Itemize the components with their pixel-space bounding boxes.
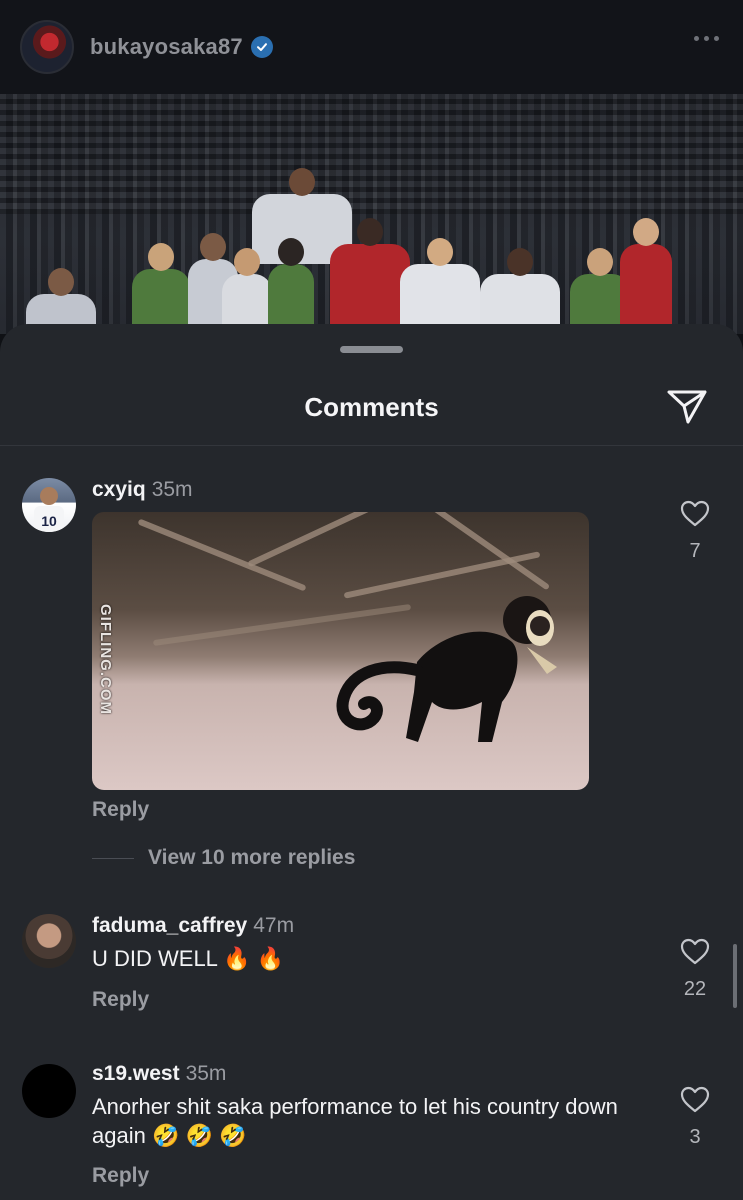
replies-divider-line [92, 857, 134, 859]
comment-avatar[interactable] [22, 1064, 76, 1118]
like-control: 3 [676, 1086, 714, 1149]
verified-badge-icon [250, 36, 273, 58]
scrollbar[interactable] [733, 944, 737, 1008]
more-options-icon[interactable] [694, 36, 719, 41]
sheet-drag-handle[interactable] [340, 346, 403, 353]
post-author-avatar[interactable] [20, 20, 74, 74]
heart-icon[interactable] [680, 938, 710, 965]
comment-gif[interactable]: GIFLING.COM [92, 512, 589, 790]
send-icon[interactable] [666, 388, 708, 426]
view-replies-label: View 10 more replies [148, 846, 356, 869]
comment-time: 35m [151, 478, 193, 501]
comment-meta: faduma_caffrey 47m [92, 914, 294, 938]
comment-username[interactable]: faduma_caffrey [92, 914, 247, 937]
heart-icon[interactable] [680, 500, 710, 527]
heart-icon[interactable] [680, 1086, 710, 1113]
comment-time: 47m [253, 914, 295, 937]
comments-title: Comments [304, 392, 439, 422]
like-control: 7 [676, 500, 714, 563]
comment-avatar[interactable]: 10 [22, 478, 76, 532]
svg-text:10: 10 [41, 513, 57, 529]
comment-username[interactable]: cxyiq [92, 478, 146, 501]
comment-username[interactable]: s19.west [92, 1062, 180, 1085]
like-count: 3 [689, 1126, 701, 1148]
comment-text: U DID WELL 🔥 🔥 [92, 946, 285, 971]
comment-avatar[interactable] [22, 914, 76, 968]
comment-meta: cxyiq 35m [92, 478, 193, 502]
app-screen: bukayosaka87 Comments 10 cxyiq 35m GIFLI… [0, 0, 743, 1200]
comments-sheet: Comments 10 cxyiq 35m GIFLING.COM Reply … [0, 324, 743, 1200]
like-control: 22 [676, 938, 714, 1001]
comment-time: 35m [185, 1062, 227, 1085]
post-image[interactable] [0, 94, 743, 334]
post-header: bukayosaka87 [0, 0, 743, 94]
like-count: 22 [683, 978, 707, 1000]
sheet-divider [0, 445, 743, 446]
reply-button[interactable]: Reply [92, 1164, 149, 1188]
reply-button[interactable]: Reply [92, 988, 149, 1012]
post-username[interactable]: bukayosaka87 [90, 34, 243, 60]
comment-text: Anorher shit saka performance to let his… [92, 1094, 618, 1148]
comment-meta: s19.west 35m [92, 1062, 226, 1086]
reply-button[interactable]: Reply [92, 798, 149, 822]
gif-watermark: GIFLING.COM [97, 604, 114, 715]
view-more-replies-button[interactable]: View 10 more replies [92, 846, 355, 870]
like-count: 7 [689, 540, 701, 562]
